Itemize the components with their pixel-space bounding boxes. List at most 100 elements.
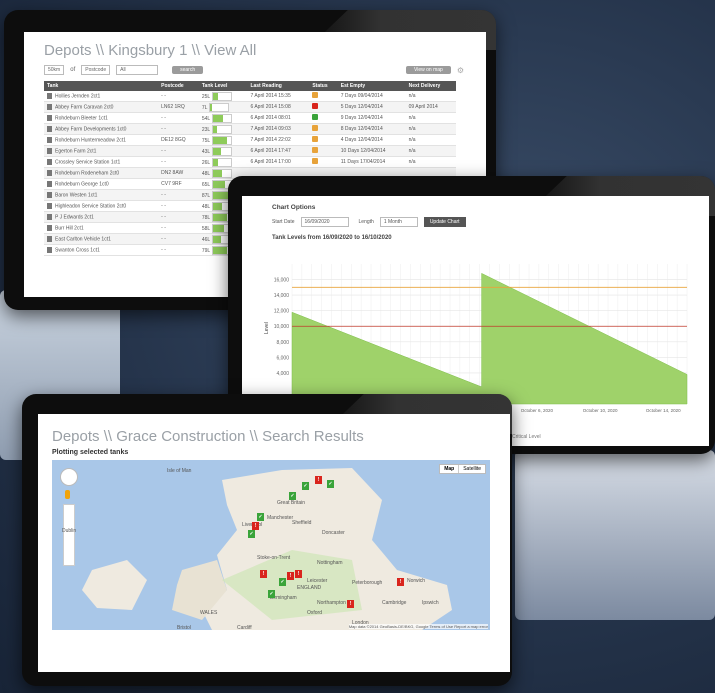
table-row[interactable]: Abbey Farm Caravan 2ct0 LN62 1RQ 7L 6 April… [44, 101, 456, 113]
map-place-label: Ipswich [422, 600, 439, 606]
start-date-input[interactable]: 16/09/2020 [300, 217, 349, 227]
status-cell [309, 134, 338, 146]
table-row[interactable]: Egerton Farm 2ct1- -43L 6 April 2014 17:4… [44, 145, 456, 157]
est-empty-cell: 9 Days 12/04/2014 [337, 112, 406, 124]
table-row[interactable]: Crossley Service Station 1ct1- -26L 6 Apr… [44, 156, 456, 168]
map-place-label: Manchester [267, 515, 294, 521]
postcode-input[interactable]: Postcode [81, 65, 111, 75]
map-pin-red[interactable]: ! [315, 476, 322, 484]
postcode-cell: - - [158, 112, 199, 124]
level-bar [212, 124, 233, 134]
x-tick-label: October 14, 2020 [646, 408, 681, 413]
search-button[interactable]: search [172, 66, 204, 74]
level-bar [212, 146, 233, 156]
chart-options: Chart Options Start Date 16/09/2020 Leng… [242, 196, 709, 241]
postcode-cell: - - [158, 123, 199, 135]
level-bar [212, 157, 233, 167]
tank-icon [47, 136, 52, 143]
next-delivery-cell: n/a [405, 91, 456, 102]
update-chart-button[interactable]: Update Chart [423, 217, 466, 227]
all-select[interactable]: All [116, 65, 159, 75]
map-pin-green[interactable]: ✓ [327, 480, 334, 488]
status-cell [309, 123, 338, 135]
tank-name-cell: Abbey Farm Caravan 2ct0 [44, 101, 159, 113]
table-row[interactable]: Rohdeburn Bleeter 1ct1- -54L 6 April 2014… [44, 112, 456, 124]
tank-name-cell: Hollies Jernden 2ct1 [44, 91, 159, 102]
column-header[interactable]: Est Empty [337, 81, 406, 91]
map-pin-green[interactable]: ✓ [248, 530, 255, 538]
status-badge [312, 136, 319, 142]
postcode-cell: - - [158, 156, 199, 168]
map-pin-red[interactable]: ! [252, 522, 259, 530]
map-pin-red[interactable]: ! [260, 570, 267, 578]
tank-icon [47, 147, 52, 154]
length-select[interactable]: 1 Month [379, 217, 418, 227]
map-subtitle: Plotting selected tanks [52, 449, 129, 456]
postcode-cell: CV7 9RF [158, 178, 199, 190]
tank-icon [47, 114, 52, 121]
column-header[interactable]: Tank [44, 81, 159, 91]
postcode-cell: - - [158, 233, 199, 245]
map-pin-red[interactable]: ! [347, 600, 354, 608]
tank-name-cell: East Carlton Vehicle 1ct1 [44, 233, 159, 245]
settings-icon[interactable]: ⚙ [457, 66, 464, 75]
column-header[interactable]: Next Delivery [405, 81, 456, 91]
next-delivery-cell: n/a [405, 145, 456, 157]
view-on-map-button[interactable]: View on map [406, 66, 451, 74]
status-cell [309, 101, 338, 113]
tank-icon [47, 158, 52, 165]
map-pin-red[interactable]: ! [397, 578, 404, 586]
status-cell [309, 156, 338, 168]
street-view-icon[interactable] [65, 490, 70, 499]
y-tick-label: 8,000 [276, 340, 289, 346]
map-type-map[interactable]: Map [440, 465, 458, 473]
tablet-map-search: Depots \\ Grace Construction \\ Search R… [22, 394, 512, 686]
length-label: Length [358, 219, 374, 225]
status-badge [312, 125, 319, 131]
tank-level-cell: 54L [198, 112, 248, 124]
map-pin-red[interactable]: ! [287, 572, 294, 580]
map-place-label: Oxford [307, 610, 323, 616]
level-bar [212, 91, 233, 101]
page-title: Depots \\ Kingsbury 1 \\ View All [44, 42, 257, 59]
map-place-label: Cardiff [237, 625, 252, 630]
column-header[interactable]: Last Reading [247, 81, 310, 91]
map-pin-green[interactable]: ✓ [257, 513, 264, 521]
table-row[interactable]: Hollies Jernden 2ct1- -25L 7 April 2014 1… [44, 91, 456, 102]
postcode-cell: LN62 1RQ [158, 101, 199, 113]
uk-map[interactable]: Map Satellite Isle of Man Dublin Sheffield… [52, 460, 490, 630]
est-empty-cell: 8 Days 12/04/2014 [337, 123, 406, 135]
status-badge [312, 147, 319, 153]
column-header[interactable]: Postcode [158, 81, 199, 91]
tank-name-cell: Burr Hill 2ct1 [44, 222, 159, 234]
table-row[interactable]: Rohdeburn Huntermeadow 2ct1 DE12 8GQ 75L 7 … [44, 134, 456, 146]
y-tick-label: 10,000 [274, 324, 290, 330]
next-delivery-cell: n/a [405, 123, 456, 135]
tank-name-cell: Baron Westen 1ct1 [44, 189, 159, 201]
level-bar [212, 113, 233, 123]
column-header[interactable]: Status [309, 81, 338, 91]
map-pin-green[interactable]: ✓ [302, 482, 309, 490]
tank-icon [47, 125, 52, 132]
tank-level-cell: 7L [198, 101, 248, 113]
map-pin-green[interactable]: ✓ [279, 578, 286, 586]
tank-name-cell: Rohdeburn Huntermeadow 2ct1 [44, 134, 159, 146]
y-tick-label: 6,000 [276, 355, 289, 361]
map-pin-red[interactable]: ! [295, 570, 302, 578]
map-place-label: Peterborough [352, 580, 383, 586]
column-header[interactable]: Tank Level [198, 81, 248, 91]
map-pin-green[interactable]: ✓ [289, 492, 296, 500]
zoom-control[interactable] [63, 504, 75, 566]
map-type-satellite[interactable]: Satellite [458, 465, 485, 473]
map-type-toggle: Map Satellite [439, 464, 486, 474]
tank-icon [47, 224, 52, 231]
tank-level-cell: 25L [198, 91, 248, 102]
map-pan-control[interactable] [60, 468, 78, 486]
tank-name-cell: Crossley Service Station 1ct1 [44, 156, 159, 168]
status-badge [312, 158, 319, 164]
table-row[interactable]: Abbey Farm Developments 1ct0- -23L 7 Apri… [44, 123, 456, 135]
x-tick-label: October 10, 2020 [583, 408, 618, 413]
map-pin-green[interactable]: ✓ [268, 590, 275, 598]
radius-select[interactable]: 50km [44, 65, 65, 75]
postcode-cell: - - [158, 222, 199, 234]
